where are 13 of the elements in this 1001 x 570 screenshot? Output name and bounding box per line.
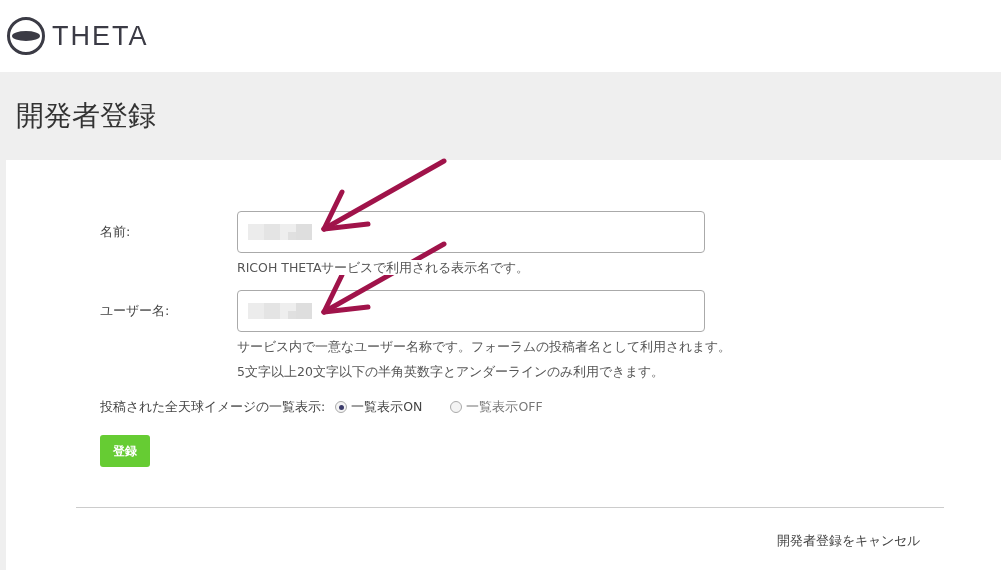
logo-icon xyxy=(6,16,46,56)
logo-text: THETA xyxy=(52,19,149,53)
radio-option[interactable]: 一覧表示OFF xyxy=(450,398,543,417)
setting-label: 投稿された全天球イメージの一覧表示: xyxy=(100,398,326,416)
page-title: 開発者登録 xyxy=(16,98,156,134)
text-field[interactable] xyxy=(237,211,705,253)
field-label: 名前: xyxy=(100,223,131,242)
text-field[interactable] xyxy=(237,290,705,332)
cancel-link[interactable]: 開発者登録をキャンセル xyxy=(777,531,920,551)
radio-option[interactable]: 一覧表示ON xyxy=(335,398,423,417)
field-label: ユーザー名: xyxy=(100,302,170,321)
radio-button[interactable] xyxy=(335,401,348,414)
radio-button[interactable] xyxy=(450,401,463,414)
